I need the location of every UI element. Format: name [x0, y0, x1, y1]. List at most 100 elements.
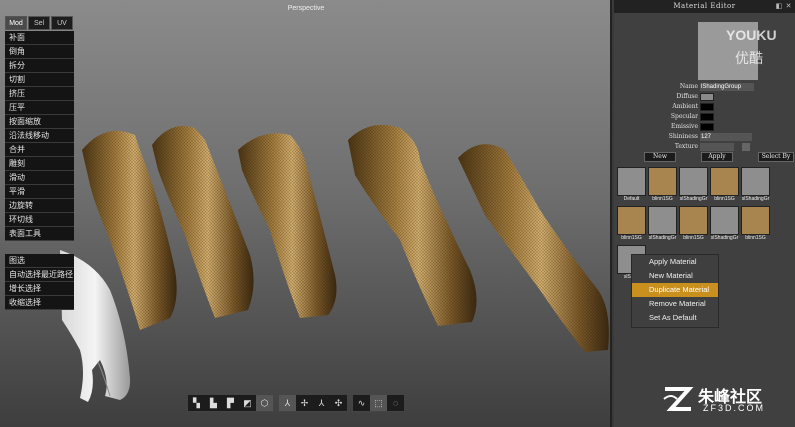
- name-field[interactable]: lShadingGroup: [700, 83, 754, 91]
- material-name: slShadingGr: [741, 196, 770, 202]
- shininess-field[interactable]: 127: [700, 133, 752, 141]
- sleeve-models[interactable]: [0, 0, 612, 427]
- zf3d-watermark-url: ZF3D.COM: [703, 403, 765, 413]
- tool-smooth[interactable]: 平滑: [5, 185, 74, 199]
- material-thumb: [710, 167, 739, 196]
- material-swatch[interactable]: blinn1SG: [710, 167, 739, 203]
- transform-group: ⅄ ✢ ⅄ ✣: [278, 394, 348, 412]
- tool-grow-select[interactable]: 增长选择: [5, 282, 74, 296]
- material-thumb: [648, 167, 677, 196]
- menu-remove-material[interactable]: Remove Material: [632, 297, 718, 311]
- tool-shrink-select[interactable]: 收缩选择: [5, 296, 74, 310]
- material-swatch[interactable]: blinn1SG: [648, 167, 677, 203]
- curve-icon[interactable]: ∿: [353, 395, 370, 411]
- material-action-buttons: New Apply Select By: [616, 152, 794, 162]
- mode-tabs: Mod Sel UV: [5, 16, 74, 30]
- tool-loop-cut[interactable]: 环切线: [5, 213, 74, 227]
- zf3d-logo-icon: [663, 387, 694, 411]
- marquee-icon[interactable]: ⬚: [370, 395, 387, 411]
- menu-apply-material[interactable]: Apply Material: [632, 255, 718, 269]
- material-editor-title-bar: Material Editor ◧ ✕: [614, 0, 795, 13]
- select-tool-list: 图选 自动选择最近路径 增长选择 收缩选择: [5, 254, 74, 310]
- selection-group: ∿ ⬚ ◌: [352, 394, 405, 412]
- tool-sculpt[interactable]: 雕刻: [5, 157, 74, 171]
- material-swatch[interactable]: slShadingGr: [741, 167, 770, 203]
- diffuse-label: Diffuse: [676, 93, 699, 100]
- prop-diffuse-row: Diffuse: [614, 93, 795, 102]
- specular-swatch[interactable]: [700, 113, 714, 121]
- cube-side-icon[interactable]: ▙: [205, 395, 222, 411]
- material-thumb: [648, 206, 677, 235]
- material-name: blinn1SG: [621, 235, 642, 241]
- material-swatch[interactable]: blinn1SG: [617, 206, 646, 242]
- cube-front-icon[interactable]: ▚: [188, 395, 205, 411]
- material-thumb: [679, 206, 708, 235]
- prop-specular-row: Specular: [614, 113, 795, 122]
- material-name: blinn1SG: [652, 196, 673, 202]
- axis-scale-icon[interactable]: ⅄: [313, 395, 330, 411]
- material-context-menu: Apply Material New Material Duplicate Ma…: [631, 254, 719, 328]
- panel-window-controls[interactable]: ◧ ✕: [776, 0, 792, 13]
- menu-new-material[interactable]: New Material: [632, 269, 718, 283]
- tool-bevel[interactable]: 倒角: [5, 45, 74, 59]
- tool-move-normal[interactable]: 沿法线移动: [5, 129, 74, 143]
- axis-rotate-icon[interactable]: ✢: [296, 395, 313, 411]
- material-thumb: [710, 206, 739, 235]
- apply-button[interactable]: Apply: [701, 152, 733, 162]
- youku-watermark-cn: 优酷: [735, 50, 763, 66]
- texture-field[interactable]: [700, 143, 734, 151]
- material-swatch[interactable]: slShadingGr: [710, 206, 739, 242]
- material-name: blinn1SG: [714, 196, 735, 202]
- prop-shininess-row: Shininess 127: [614, 133, 795, 142]
- material-name: slShadingGr: [648, 235, 677, 241]
- ambient-label: Ambient: [672, 103, 698, 110]
- tool-edge-rotate[interactable]: 边旋转: [5, 199, 74, 213]
- name-label: Name: [679, 83, 698, 90]
- menu-set-as-default[interactable]: Set As Default: [632, 311, 718, 325]
- material-name: blinn1SG: [683, 235, 704, 241]
- material-thumb: [617, 167, 646, 196]
- texture-label: Texture: [674, 143, 698, 150]
- axis-combined-icon[interactable]: ✣: [330, 395, 347, 411]
- cube-corner-icon[interactable]: ◩: [239, 395, 256, 411]
- select-by-button[interactable]: Select By: [758, 152, 794, 162]
- tab-uv[interactable]: UV: [51, 16, 73, 30]
- diffuse-swatch[interactable]: [700, 93, 714, 101]
- prop-emissive-row: Emissive: [614, 123, 795, 132]
- tool-scale-face[interactable]: 按面缩放: [5, 115, 74, 129]
- tab-mod[interactable]: Mod: [5, 16, 27, 30]
- new-button[interactable]: New: [644, 152, 676, 162]
- viewport[interactable]: Perspective Mod Sel UV 补面 倒角 拆分 切割 挤压 压平…: [0, 0, 612, 427]
- texture-browse-button[interactable]: [742, 143, 750, 151]
- ambient-swatch[interactable]: [700, 103, 714, 111]
- axis-icon[interactable]: ⅄: [279, 395, 296, 411]
- material-thumb: [617, 206, 646, 235]
- tool-fill-face[interactable]: 补面: [5, 31, 74, 45]
- cube-top-icon[interactable]: ▛: [222, 395, 239, 411]
- view-cube-group: ▚ ▙ ▛ ◩ ⬡: [187, 394, 274, 412]
- material-swatch[interactable]: Default: [617, 167, 646, 203]
- hexagon-icon[interactable]: ⬡: [256, 395, 273, 411]
- tool-surface[interactable]: 表面工具: [5, 227, 74, 241]
- emissive-swatch[interactable]: [700, 123, 714, 131]
- emissive-label: Emissive: [670, 123, 698, 130]
- tab-sel[interactable]: Sel: [28, 16, 50, 30]
- tool-slide[interactable]: 滑动: [5, 171, 74, 185]
- bottom-toolbar: ▚ ▙ ▛ ◩ ⬡ ⅄ ✢ ⅄ ✣ ∿ ⬚ ◌: [187, 394, 405, 412]
- tool-auto-path-select[interactable]: 自动选择最近路径: [5, 268, 74, 282]
- tool-extrude[interactable]: 挤压: [5, 87, 74, 101]
- lasso-icon[interactable]: ◌: [387, 395, 404, 411]
- prop-name-row: Name lShadingGroup: [614, 83, 795, 92]
- menu-duplicate-material[interactable]: Duplicate Material: [632, 283, 718, 297]
- tool-split[interactable]: 拆分: [5, 59, 74, 73]
- tool-flatten[interactable]: 压平: [5, 101, 74, 115]
- material-swatch[interactable]: blinn1SG: [679, 206, 708, 242]
- material-editor-panel: Material Editor ◧ ✕ Name lShadingGroup D…: [614, 0, 795, 427]
- material-swatch[interactable]: blinn1SG: [741, 206, 770, 242]
- material-swatch[interactable]: slShadingGr: [648, 206, 677, 242]
- tool-graph-select[interactable]: 图选: [5, 254, 74, 268]
- material-editor-title: Material Editor: [673, 2, 736, 10]
- material-swatch[interactable]: slShadingGr: [679, 167, 708, 203]
- tool-merge[interactable]: 合并: [5, 143, 74, 157]
- tool-cut[interactable]: 切割: [5, 73, 74, 87]
